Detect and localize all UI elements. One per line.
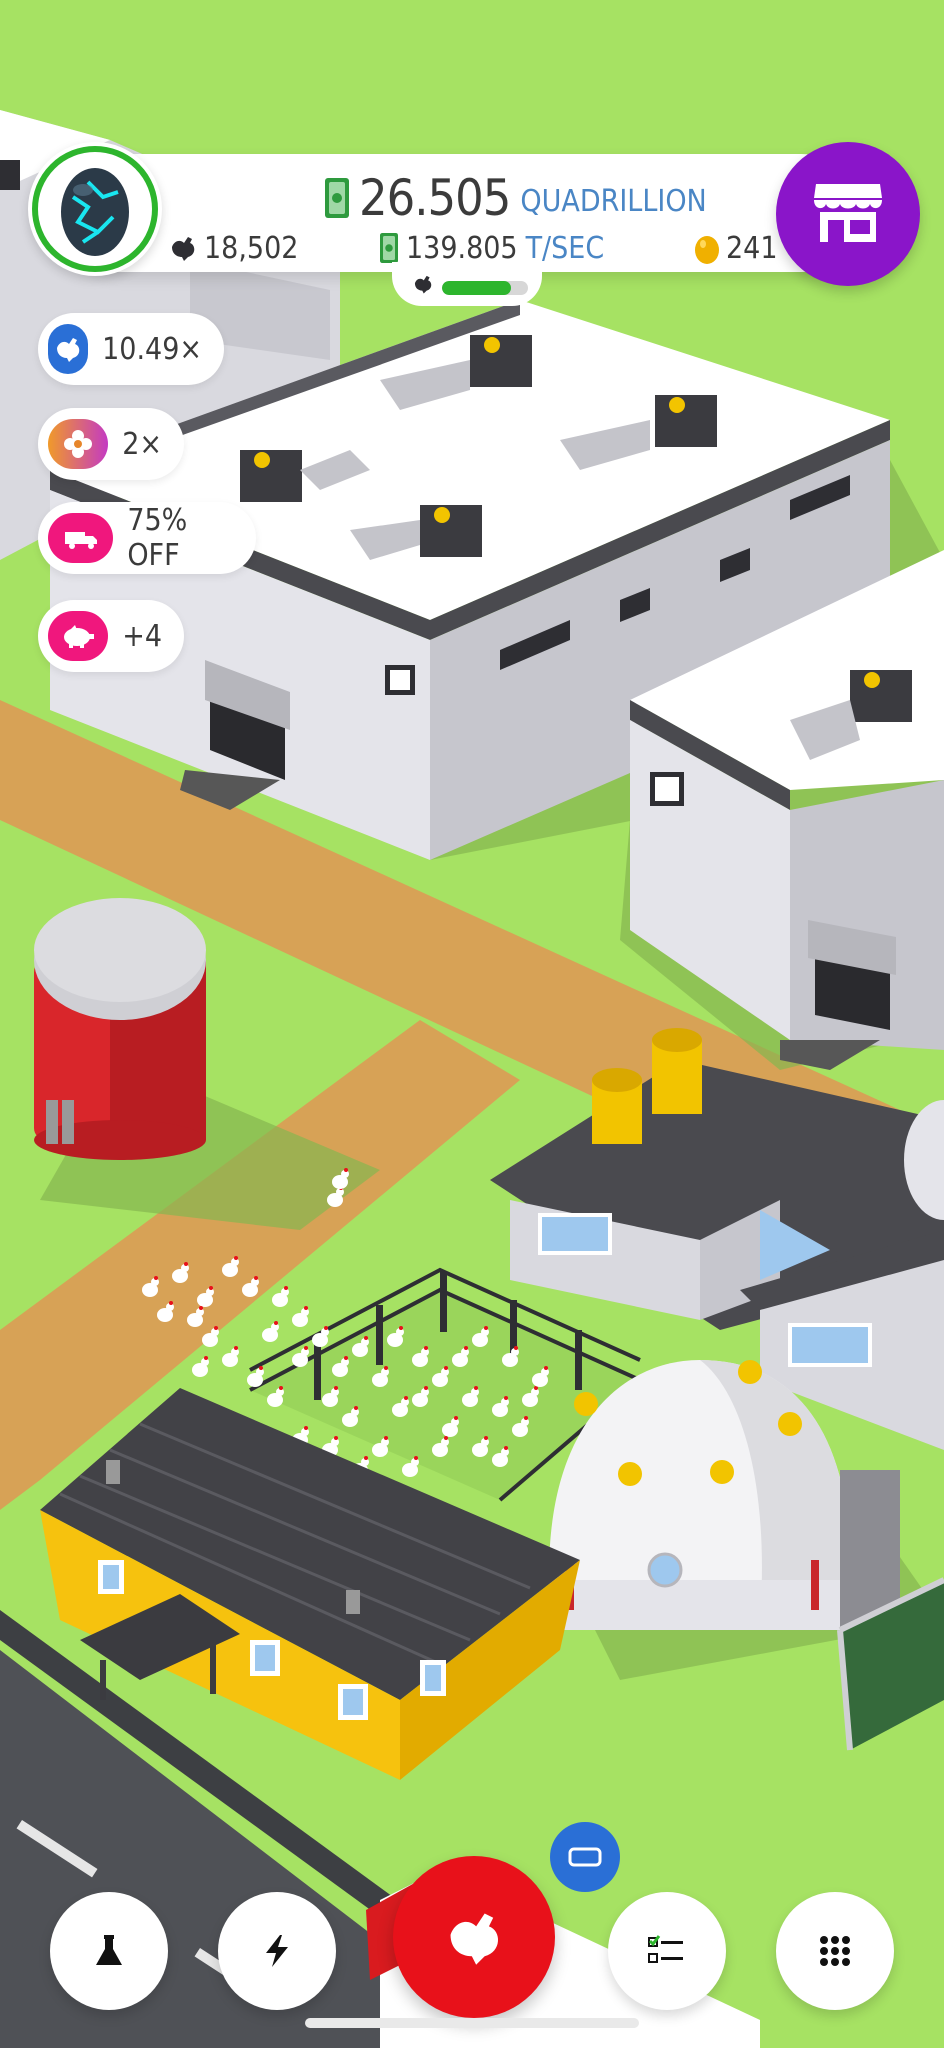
chicken-comb	[464, 1346, 468, 1350]
chicken-comb	[184, 1262, 188, 1266]
chicken-comb	[384, 1366, 388, 1370]
chicken-comb	[364, 1456, 368, 1460]
boost-vehicle-discount[interactable]: 75% OFF	[38, 502, 256, 574]
chicken-comb	[424, 1386, 428, 1390]
boost-label: 10.49×	[102, 331, 202, 367]
chicken-comb	[474, 1386, 478, 1390]
chicken-comb	[154, 1276, 158, 1280]
home-indicator[interactable]	[305, 2018, 639, 2028]
chicken-comb	[454, 1416, 458, 1420]
chicken-comb	[234, 1346, 238, 1350]
chicken-comb	[414, 1456, 418, 1460]
chicken-comb	[169, 1301, 173, 1305]
cash-small-icon	[380, 233, 398, 263]
farm-scene[interactable]	[0, 0, 944, 2048]
chicken-small-icon	[414, 275, 432, 294]
chicken-comb	[504, 1446, 508, 1450]
boost-piggy-bank[interactable]: +4	[38, 600, 184, 672]
chicken-comb	[524, 1416, 528, 1420]
shop-button[interactable]	[776, 142, 920, 286]
chicken-comb	[444, 1436, 448, 1440]
chicken-comb	[324, 1326, 328, 1330]
chicken-comb	[304, 1346, 308, 1350]
chicken-count: 18,502	[168, 228, 298, 268]
chicken-comb	[199, 1306, 203, 1310]
lightning-icon	[266, 1935, 288, 1967]
boost-egg-multiplier[interactable]: 10.49×	[38, 313, 224, 385]
boost-label: 2×	[122, 426, 162, 462]
chicken-comb	[204, 1356, 208, 1360]
checklist-icon	[648, 1935, 683, 1963]
boost-research[interactable]: 2×	[38, 408, 184, 480]
boosts-button[interactable]	[218, 1892, 336, 2010]
chicken-comb	[544, 1366, 548, 1370]
golden-eggs-count[interactable]: 241	[694, 226, 778, 270]
research-flask-icon	[96, 1935, 122, 1965]
chicken-comb	[424, 1346, 428, 1350]
egg-icon	[32, 146, 158, 272]
shop-icon	[814, 184, 882, 242]
hatch-chicken-button[interactable]	[393, 1856, 555, 2018]
chicken-comb	[354, 1406, 358, 1410]
egg-avatar-button[interactable]	[28, 142, 162, 276]
rate-value: 139.805	[406, 230, 518, 266]
piggy-bank-icon	[48, 611, 109, 661]
menu-button[interactable]	[776, 1892, 894, 2010]
chicken-comb	[274, 1321, 278, 1325]
chicken-comb	[344, 1356, 348, 1360]
chicken-icon	[48, 324, 89, 374]
chicken-comb	[209, 1286, 213, 1290]
chicken-comb	[334, 1386, 338, 1390]
chicken-comb	[514, 1346, 518, 1350]
golden-eggs-value: 241	[726, 230, 778, 266]
chicken-comb	[279, 1386, 283, 1390]
screen-icon	[568, 1847, 602, 1867]
chicken-comb	[364, 1336, 368, 1340]
video-ad-button[interactable]	[550, 1822, 620, 1892]
chicken-comb	[504, 1396, 508, 1400]
rate-unit: T/SEC	[525, 230, 605, 266]
cash-icon	[325, 178, 349, 218]
missions-button[interactable]	[608, 1892, 726, 2010]
chicken-silhouette-icon	[172, 237, 195, 261]
chicken-comb	[284, 1286, 288, 1290]
flower-icon	[48, 419, 109, 469]
hatch-progress-fill	[442, 281, 511, 295]
money-unit: QUADRILLION	[520, 184, 707, 219]
money-value: 26.505	[359, 169, 511, 227]
chicken-comb	[304, 1306, 308, 1310]
chicken-comb	[444, 1366, 448, 1370]
golden-egg-icon	[695, 236, 719, 264]
chicken-comb	[234, 1256, 238, 1260]
chicken-icon	[450, 1913, 499, 1965]
chicken-comb	[384, 1436, 388, 1440]
chicken-comb	[399, 1326, 403, 1330]
chicken-comb	[484, 1436, 488, 1440]
boost-label: +4	[122, 618, 162, 654]
chicken-comb	[304, 1426, 308, 1430]
chicken-count-value: 18,502	[204, 230, 299, 266]
grid-menu-icon	[820, 1936, 850, 1966]
chicken-comb	[404, 1396, 408, 1400]
hatch-progress-bar	[442, 281, 528, 295]
boost-label: 75% OFF	[127, 503, 188, 573]
chicken-comb	[334, 1436, 338, 1440]
money-display: 26.505 QUADRILLION	[325, 166, 707, 226]
research-button[interactable]	[50, 1892, 168, 2010]
truck-icon	[48, 513, 114, 563]
chicken-comb	[254, 1276, 258, 1280]
chicken-comb	[344, 1168, 348, 1172]
chicken-comb	[259, 1366, 263, 1370]
chicken-comb	[214, 1326, 218, 1330]
chicken-comb	[484, 1326, 488, 1330]
